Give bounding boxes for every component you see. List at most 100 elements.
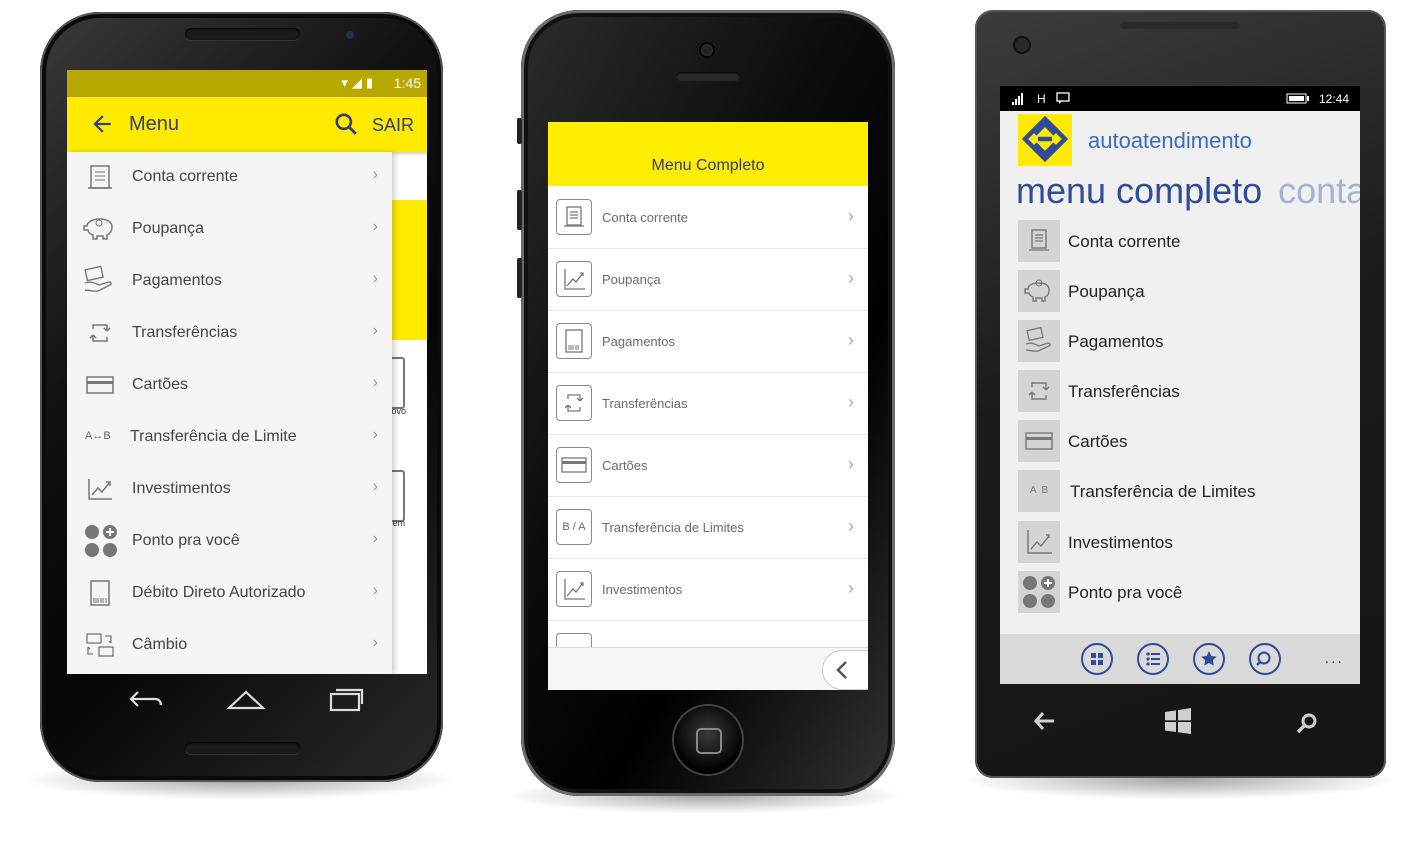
chevron-right-icon: ›	[848, 268, 854, 288]
brand-name: autoatendimento	[1088, 128, 1252, 153]
banner	[390, 200, 427, 340]
chevron-right-icon: ›	[848, 392, 854, 412]
navigation-drawer: Conta corrente › Poupança › Pagamentos ›…	[67, 152, 392, 674]
menu-item-investimentos[interactable]: Investimentos ›	[67, 464, 392, 516]
signal-icon	[1012, 93, 1023, 105]
menu-item-transferencias[interactable]: Transferências ›	[548, 372, 868, 435]
hw-search-icon[interactable]	[1295, 711, 1319, 735]
nav-home-icon[interactable]	[226, 688, 266, 712]
header: Menu Completo	[548, 122, 868, 186]
menu-item-label: Transferências	[602, 396, 688, 411]
menu-item-label: Transferência de Limites	[602, 520, 744, 535]
menu-item-label: Transferências	[1068, 382, 1180, 401]
menu-item-cartoes[interactable]: Cartões ›	[67, 360, 392, 412]
menu-item-label: Cartões	[132, 376, 189, 393]
menu-item-ponto-pra-voce[interactable]: Ponto pra você	[1018, 571, 1358, 615]
page-title: Menu	[129, 113, 180, 135]
back-button[interactable]	[822, 650, 868, 690]
transfer-arrows-icon	[89, 324, 111, 342]
payment-hand-icon	[1018, 320, 1060, 362]
menu-item-pagamentos[interactable]: Pagamentos ›	[548, 310, 868, 373]
statement-icon	[88, 165, 112, 189]
windows-phone: H 12:44 autoatendimento menu completo con…	[975, 10, 1386, 778]
earpiece	[1120, 22, 1240, 29]
menu-item-cambio[interactable]: Câmbio ›	[67, 620, 392, 672]
barcode-doc-icon	[556, 323, 592, 359]
menu-item-transferencias[interactable]: Transferências	[1018, 370, 1358, 414]
menu-item-transferencia-limites[interactable]: A B Transferência de Limites	[1018, 470, 1358, 514]
chevron-right-icon: ›	[848, 578, 854, 598]
menu-item-pagamentos[interactable]: Pagamentos ›	[67, 256, 392, 308]
message-icon	[1056, 92, 1070, 104]
earpiece	[676, 72, 740, 81]
menu-item-label: Conta corrente	[602, 210, 688, 225]
banco-logo	[1018, 114, 1072, 166]
chevron-right-icon: ›	[848, 454, 854, 474]
menu-item-poupanca[interactable]: Poupança ›	[548, 248, 868, 311]
menu-item-investimentos[interactable]: Investimentos	[1018, 521, 1358, 565]
menu-item-pagamentos[interactable]: Pagamentos	[1018, 320, 1358, 364]
menu-item-conta-corrente[interactable]: Conta corrente ›	[67, 152, 392, 204]
chevron-right-icon: ›	[848, 330, 854, 350]
menu-item-ponto-pra-voce[interactable]: Ponto pra você ›	[67, 516, 392, 568]
iphone-screen: Menu Completo Conta corrente › Poupança …	[548, 122, 868, 690]
points-icon	[85, 525, 117, 557]
search-icon	[1256, 651, 1271, 666]
menu-item-label: Transferências	[132, 324, 238, 341]
card-icon	[556, 447, 592, 483]
pivot-title: menu completo	[1016, 170, 1263, 211]
side-button	[517, 190, 522, 230]
back-arrow-icon[interactable]	[89, 111, 115, 137]
menu-item-transferencias[interactable]: Transferências ›	[67, 308, 392, 360]
status-time: 12:44	[1319, 92, 1350, 106]
app-bar: Menu SAIR	[67, 97, 427, 152]
menu-item-transferencia-limites[interactable]: B / A Transferência de Limites ›	[548, 496, 868, 559]
menu-item-poupanca[interactable]: Poupança ›	[67, 204, 392, 256]
battery-icon	[1286, 93, 1309, 104]
exchange-icon	[86, 633, 114, 657]
menu-item-label: Câmbio	[132, 636, 188, 653]
pivot-next[interactable]: conta	[1278, 170, 1360, 211]
apps-button[interactable]	[1081, 643, 1113, 675]
android-phone: ▾◢▮ 1:45 Novo o em s Menu SAIR Conta cor…	[40, 12, 443, 782]
menu-item-cartoes[interactable]: Cartões ›	[548, 434, 868, 497]
menu-item-label: Poupança	[1068, 282, 1145, 301]
bottom-bar	[548, 647, 868, 690]
menu-item-investimentos[interactable]: Investimentos ›	[548, 558, 868, 621]
chart-icon	[556, 571, 592, 607]
hw-back-icon[interactable]	[1033, 710, 1057, 732]
bb-logo-icon	[1021, 115, 1069, 163]
menu-item-label: Ponto pra você	[1068, 583, 1183, 602]
side-button	[517, 258, 522, 298]
logout-button[interactable]: SAIR	[372, 115, 414, 136]
menu-item-poupanca[interactable]: Poupança	[1018, 270, 1358, 314]
nav-back-icon[interactable]	[128, 688, 164, 712]
statement-icon	[1018, 220, 1060, 262]
status-time: 1:45	[393, 75, 421, 91]
search-button[interactable]	[1249, 643, 1281, 675]
menu-item-label: Pagamentos	[132, 272, 222, 289]
menu-item-transferencia-limite[interactable]: A↔B Transferência de Limite ›	[67, 412, 392, 464]
card-icon	[86, 376, 114, 394]
status-icons: ▾◢▮	[341, 75, 377, 90]
search-icon[interactable]	[333, 111, 359, 137]
earpiece	[185, 28, 300, 40]
menu-item-debito-direto[interactable]: Débito Direto Autorizado ›	[67, 568, 392, 620]
menu-item-partial	[556, 633, 592, 648]
home-button[interactable]	[674, 706, 742, 774]
list-button[interactable]	[1137, 643, 1169, 675]
menu-item-conta-corrente[interactable]: Conta corrente ›	[548, 186, 868, 249]
menu-item-cartoes[interactable]: Cartões	[1018, 420, 1358, 464]
hw-windows-icon[interactable]	[1164, 707, 1192, 735]
menu-item-label: Débito Direto Autorizado	[132, 584, 306, 601]
iphone: Menu Completo Conta corrente › Poupança …	[517, 10, 895, 796]
menu-item-conta-corrente[interactable]: Conta corrente	[1018, 220, 1358, 264]
chevron-right-icon: ›	[372, 166, 378, 183]
front-camera	[1015, 38, 1029, 52]
piggy-bank-icon	[83, 218, 113, 240]
points-icon	[1018, 571, 1060, 613]
more-button[interactable]: ...	[1325, 650, 1344, 668]
favorites-button[interactable]	[1193, 643, 1225, 675]
nav-recents-icon[interactable]	[328, 686, 364, 714]
chevron-right-icon: ›	[372, 634, 378, 651]
